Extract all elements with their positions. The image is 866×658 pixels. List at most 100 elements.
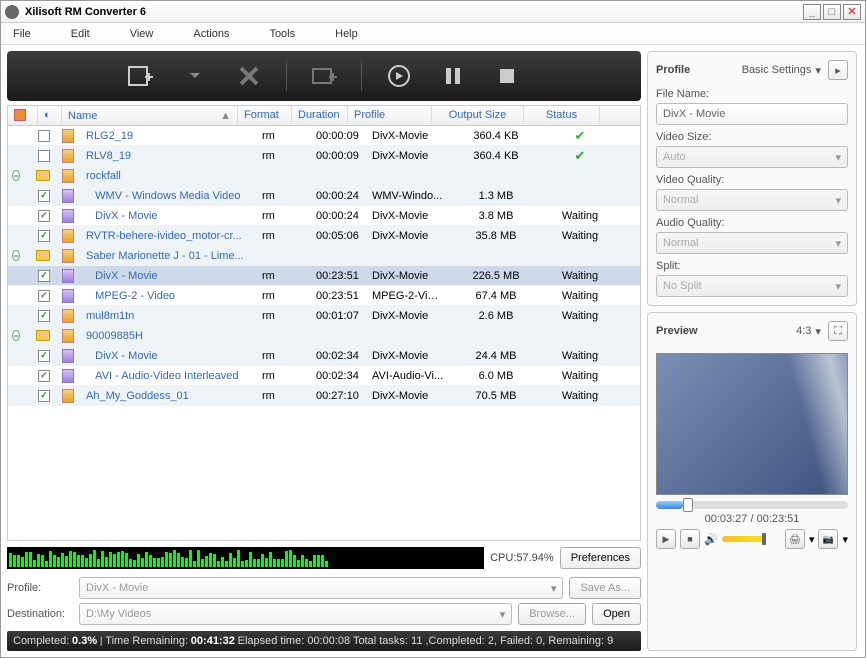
col-status[interactable]: Status — [524, 106, 600, 125]
checkbox[interactable]: ✓ — [38, 190, 50, 202]
row-name: MPEG-2 - Video — [80, 290, 256, 302]
pause-button[interactable] — [436, 59, 470, 93]
row-status: ✔ — [542, 128, 618, 144]
preferences-button[interactable]: Preferences — [560, 547, 641, 569]
collapse-icon[interactable]: − — [12, 250, 19, 261]
basic-settings-dropdown[interactable]: Basic Settings — [742, 64, 812, 76]
status-ok-icon: ✔ — [575, 128, 586, 143]
col-check[interactable] — [8, 106, 38, 125]
checkbox[interactable] — [38, 130, 50, 142]
add-dropdown-icon[interactable] — [178, 59, 212, 93]
stop-button[interactable] — [490, 59, 524, 93]
col-size[interactable]: Output Size — [432, 106, 524, 125]
col-type-icon[interactable]: ◐ — [38, 106, 62, 125]
checkbox[interactable]: ✓ — [38, 370, 50, 382]
profile-combo[interactable]: DivX - Movie▾ — [79, 577, 563, 599]
profile-label: Profile: — [7, 582, 73, 594]
table-row[interactable]: ✓Ah_My_Goddess_01rm00:27:10DivX-Movie70.… — [8, 386, 640, 406]
filename-input[interactable]: DivX - Movie — [656, 103, 848, 125]
fullscreen-button[interactable]: ⛶ — [828, 321, 848, 341]
app-logo-icon — [5, 5, 19, 19]
add-profile-button[interactable] — [307, 59, 341, 93]
menu-help[interactable]: Help — [335, 28, 358, 40]
video-quality-select[interactable]: Normal▾ — [656, 189, 848, 211]
minimize-button[interactable]: _ — [803, 4, 821, 20]
table-row[interactable]: ✓ DivX - Movierm00:02:34DivX-Movie24.4 M… — [8, 346, 640, 366]
seek-bar[interactable] — [656, 501, 848, 509]
checkbox[interactable]: ✓ — [38, 290, 50, 302]
row-profile: AVI-Audio-Vi... — [366, 370, 450, 382]
preview-video[interactable] — [656, 353, 848, 495]
menu-actions[interactable]: Actions — [193, 28, 229, 40]
table-row[interactable]: RLV8_19rm00:00:09DivX-Movie360.4 KB✔ — [8, 146, 640, 166]
menu-file[interactable]: File — [13, 28, 31, 40]
convert-button[interactable] — [382, 59, 416, 93]
checkbox[interactable]: ✓ — [38, 230, 50, 242]
play-button[interactable]: ▶ — [656, 529, 676, 549]
add-file-button[interactable] — [124, 59, 158, 93]
row-size: 6.0 MB — [450, 370, 542, 382]
table-row[interactable]: ✓ DivX - Movierm00:00:24DivX-Movie3.8 MB… — [8, 206, 640, 226]
table-row[interactable]: ✓ WMV - Windows Media Videorm00:00:24WMV… — [8, 186, 640, 206]
row-status: Waiting — [542, 210, 618, 222]
table-row[interactable]: −Saber Marionette J - 01 - Lime... — [8, 246, 640, 266]
menu-view[interactable]: View — [130, 28, 154, 40]
checkbox[interactable]: ✓ — [38, 310, 50, 322]
audio-quality-select[interactable]: Normal▾ — [656, 232, 848, 254]
row-format: rm — [256, 390, 310, 402]
row-format: rm — [256, 210, 310, 222]
table-row[interactable]: RLG2_19rm00:00:09DivX-Movie360.4 KB✔ — [8, 126, 640, 146]
col-name[interactable]: Name▲ — [62, 106, 238, 125]
table-row[interactable]: ✓mul8m1tnrm00:01:07DivX-Movie2.6 MBWaiti… — [8, 306, 640, 326]
row-profile: DivX-Movie — [366, 270, 450, 282]
checkbox[interactable]: ✓ — [38, 390, 50, 402]
snapshot-folder-button[interactable]: 🖨 — [785, 529, 805, 549]
save-as-button[interactable]: Save As... — [569, 577, 641, 599]
folder-icon — [36, 250, 50, 261]
checkbox[interactable] — [38, 150, 50, 162]
remove-button[interactable] — [232, 59, 266, 93]
aspect-ratio-dropdown[interactable]: 4:3 — [796, 325, 811, 337]
menu-edit[interactable]: Edit — [71, 28, 90, 40]
folder-icon — [36, 170, 50, 181]
open-button[interactable]: Open — [592, 603, 641, 625]
preview-title: Preview — [656, 325, 698, 337]
browse-button[interactable]: Browse... — [518, 603, 586, 625]
checkbox[interactable]: ✓ — [38, 270, 50, 282]
video-icon — [62, 309, 74, 323]
table-row[interactable]: ✓ MPEG-2 - Videorm00:23:51MPEG-2-Video67… — [8, 286, 640, 306]
checkbox[interactable]: ✓ — [38, 350, 50, 362]
col-format[interactable]: Format — [238, 106, 292, 125]
row-status: Waiting — [542, 350, 618, 362]
video-size-select[interactable]: Auto▾ — [656, 146, 848, 168]
close-button[interactable]: ✕ — [843, 4, 861, 20]
collapse-icon[interactable]: − — [12, 170, 19, 181]
table-row[interactable]: −90009885H — [8, 326, 640, 346]
table-row[interactable]: ✓RVTR-behere-ivideo_motor-cr...rm00:05:0… — [8, 226, 640, 246]
split-select[interactable]: No Split▾ — [656, 275, 848, 297]
maximize-button[interactable]: □ — [823, 4, 841, 20]
table-row[interactable]: −rockfall — [8, 166, 640, 186]
checkbox[interactable]: ✓ — [38, 210, 50, 222]
video-icon — [62, 389, 74, 403]
row-format: rm — [256, 290, 310, 302]
audio-quality-label: Audio Quality: — [656, 217, 848, 229]
row-size: 1.3 MB — [450, 190, 542, 202]
volume-slider[interactable] — [722, 536, 766, 542]
collapse-icon[interactable]: − — [12, 330, 19, 341]
destination-combo[interactable]: D:\My Videos▾ — [79, 603, 512, 625]
col-duration[interactable]: Duration — [292, 106, 348, 125]
menu-tools[interactable]: Tools — [269, 28, 295, 40]
table-row[interactable]: ✓ AVI - Audio-Video Interleavedrm00:02:3… — [8, 366, 640, 386]
col-profile[interactable]: Profile — [348, 106, 432, 125]
stop-preview-button[interactable]: ■ — [680, 529, 700, 549]
table-row[interactable]: ✓ DivX - Movierm00:23:51DivX-Movie226.5 … — [8, 266, 640, 286]
expand-panel-button[interactable]: ▸ — [828, 60, 848, 80]
video-icon — [62, 289, 74, 303]
snapshot-button[interactable]: 📷 — [818, 529, 838, 549]
volume-icon[interactable]: 🔊 — [704, 533, 718, 546]
row-profile: MPEG-2-Video — [366, 290, 450, 302]
row-status: Waiting — [542, 390, 618, 402]
row-duration: 00:01:07 — [310, 310, 366, 322]
row-name: RLV8_19 — [80, 150, 256, 162]
